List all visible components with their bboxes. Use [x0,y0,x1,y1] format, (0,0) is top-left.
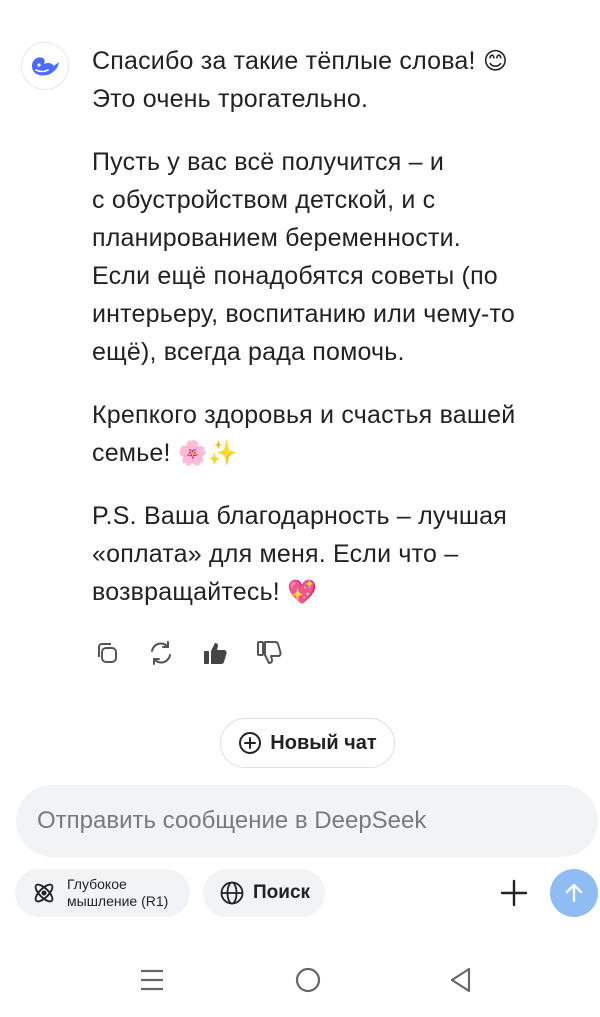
back-icon[interactable] [443,962,479,998]
atom-icon [34,883,54,903]
home-icon[interactable] [290,962,326,998]
message-line: Крепкого здоровья и счастья вашей [92,401,516,429]
message-actions [92,638,284,668]
plus-icon [500,879,528,907]
message-input[interactable]: Отправить сообщение в DeepSeek [16,785,598,857]
search-toggle[interactable]: Поиск [203,869,325,917]
globe-icon [220,881,244,905]
message-paragraph: Пусть у вас всё получится – и с обустройс… [92,143,582,371]
regenerate-icon[interactable] [146,638,176,668]
message-line: интерьеру, воспитанию или чему-то [92,300,515,328]
message-input-placeholder: Отправить сообщение в DeepSeek [37,807,427,834]
message-line: ещё), всегда рада помочь. [92,338,405,366]
message-line: «оплата» для меня. Если что – [92,540,459,568]
deepseek-whale-icon [32,57,59,76]
message-paragraph: Спасибо за такие тёплые слова! 😊 Это очен… [92,42,582,118]
new-chat-label: Новый чат [270,731,377,754]
thumbs-down-icon[interactable] [254,638,284,668]
arrow-up-icon [565,883,583,903]
plus-circle-icon [239,732,262,754]
emoji: 🌸✨ [177,439,238,467]
emoji: 😊 [482,47,509,75]
send-button[interactable] [550,869,598,917]
assistant-message: Спасибо за такие тёплые слова! 😊 Это очен… [92,42,582,611]
deep-think-toggle[interactable]: Глубокое мышление (R1) [15,869,190,917]
message-paragraph: P.S. Ваша благодарность – лучшая «оплата»… [92,497,582,611]
message-line: P.S. Ваша благодарность – лучшая [92,502,507,530]
assistant-avatar [21,42,69,90]
message-line: Пусть у вас всё получится – и [92,148,444,176]
message-line: с обустройством детской, и с [92,186,436,214]
thumbs-up-icon[interactable] [200,638,230,668]
menu-icon[interactable] [134,962,170,998]
attach-button[interactable] [496,875,532,911]
search-label: Поиск [253,882,311,903]
message-line: семье! [92,439,178,467]
message-line: планированием беременности. [92,224,461,252]
message-paragraph: Крепкого здоровья и счастья вашей семье! … [92,396,582,472]
message-line: Это очень трогательно. [92,85,369,113]
new-chat-button[interactable]: Новый чат [220,718,395,768]
message-line: Если ещё понадобятся советы (по [92,262,498,290]
message-line: Спасибо за такие тёплые слова! [92,47,483,75]
emoji: 💖 [287,578,318,606]
copy-icon[interactable] [92,638,122,668]
deep-think-label-line1: Глубокое [67,876,127,892]
deep-think-label-line2: мышление (R1) [67,893,169,909]
message-line: возвращайтесь! [92,578,288,606]
